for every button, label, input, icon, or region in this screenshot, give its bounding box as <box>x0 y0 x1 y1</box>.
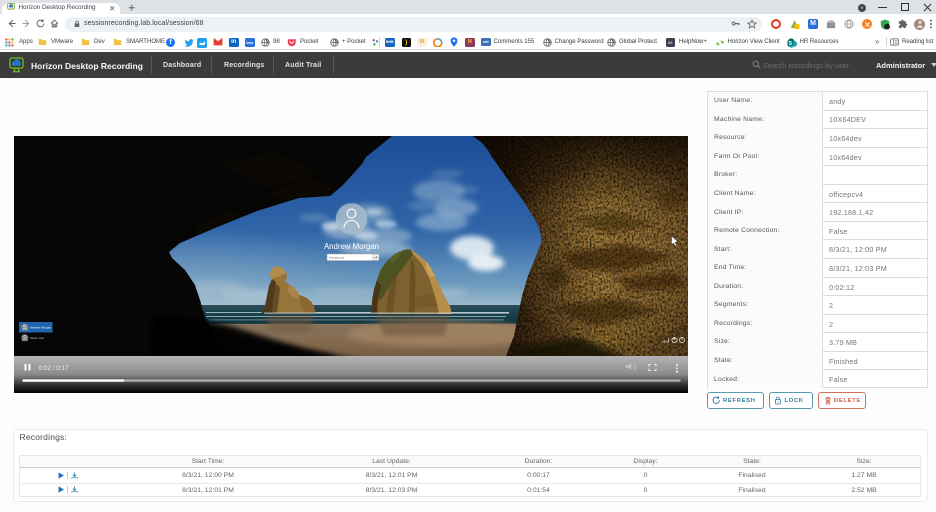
svg-text:Other user: Other user <box>30 336 44 340</box>
svg-text:S: S <box>788 41 792 47</box>
svg-text:Password: Password <box>329 256 344 260</box>
svg-text:Andrew Morgan: Andrew Morgan <box>324 242 379 251</box>
svg-text:Andrew Morgan: Andrew Morgan <box>30 326 52 330</box>
svg-text:0:02 / 0:17: 0:02 / 0:17 <box>39 365 70 372</box>
